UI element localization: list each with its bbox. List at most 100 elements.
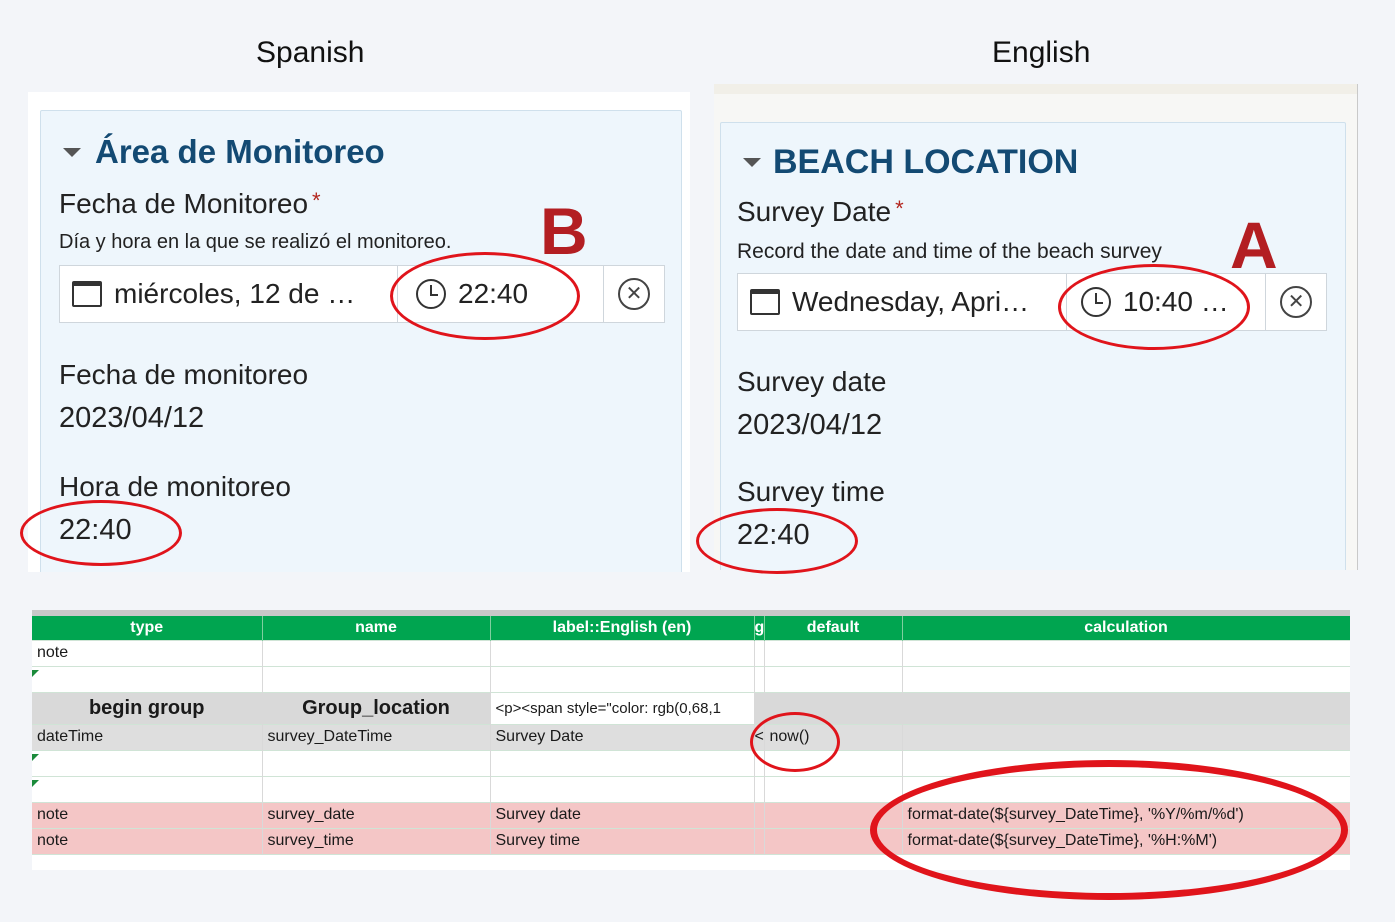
spanish-note2-value: 22:40 (59, 514, 132, 546)
spanish-clear-button[interactable]: ✕ (604, 266, 664, 322)
table-cell[interactable] (32, 776, 263, 802)
english-date-value: Wednesday, Apri… (792, 286, 1030, 317)
table-cell[interactable]: Group_location (262, 692, 491, 724)
table-cell[interactable] (490, 750, 755, 776)
table-cell[interactable]: begin group (32, 692, 263, 724)
english-group-title[interactable]: BEACH LOCATION (773, 143, 1078, 182)
clock-icon (416, 279, 446, 309)
col-header-calculation[interactable]: calculation (902, 616, 1350, 640)
table-cell[interactable] (754, 640, 765, 666)
table-cell[interactable]: survey_DateTime (262, 724, 491, 750)
required-marker: * (312, 188, 321, 213)
spanish-time-value: 22:40 (458, 278, 529, 309)
spanish-group-title[interactable]: Área de Monitoreo (95, 133, 385, 171)
english-date-field[interactable]: Wednesday, Apri… (738, 274, 1067, 330)
english-time-field[interactable]: 10:40 … (1067, 274, 1267, 330)
spanish-time-field[interactable]: 22:40 (398, 266, 604, 322)
spanish-form-panel: Área de Monitoreo Fecha de Monitoreo * Dí… (28, 92, 690, 572)
table-cell[interactable] (902, 724, 1350, 750)
table-cell[interactable] (764, 666, 903, 692)
table-cell[interactable]: Survey time (490, 828, 755, 854)
english-note1-label: Survey date (737, 366, 887, 397)
table-cell[interactable] (262, 750, 491, 776)
table-cell[interactable]: Survey Date (490, 724, 755, 750)
table-cell[interactable] (754, 802, 765, 828)
col-header-label[interactable]: label::English (en) (490, 616, 755, 640)
caret-down-icon[interactable] (743, 158, 761, 167)
spanish-date-value: miércoles, 12 de … (114, 278, 356, 309)
col-header-name[interactable]: name (262, 616, 491, 640)
spanish-question-hint: Día y hora en la que se realizó el monit… (59, 231, 452, 253)
table-cell[interactable] (902, 692, 1350, 724)
table-cell[interactable]: format-date(${survey_DateTime}, '%H:%M') (902, 828, 1350, 854)
table-cell[interactable]: <p><span style="color: rgb(0,68,1 (490, 692, 755, 724)
heading-spanish: Spanish (256, 36, 365, 69)
table-cell[interactable] (262, 640, 491, 666)
table-row: note (32, 640, 1350, 666)
table-row (32, 666, 1350, 692)
table-cell[interactable] (764, 640, 903, 666)
col-header-hidden[interactable]: g (754, 616, 765, 640)
table-cell[interactable]: < (754, 724, 765, 750)
table-cell[interactable] (754, 750, 765, 776)
table-cell[interactable] (490, 666, 755, 692)
table-cell[interactable] (754, 692, 765, 724)
table-cell[interactable]: survey_date (262, 802, 491, 828)
table-cell[interactable] (262, 666, 491, 692)
marker-b: B (540, 194, 588, 268)
table-cell[interactable]: survey_time (262, 828, 491, 854)
calendar-icon (72, 281, 102, 307)
table-row (32, 776, 1350, 802)
table-cell[interactable] (32, 666, 263, 692)
table-cell[interactable] (490, 776, 755, 802)
table-cell[interactable]: note (32, 640, 263, 666)
spanish-note2-label: Hora de monitoreo (59, 471, 291, 502)
spanish-date-field[interactable]: miércoles, 12 de … (60, 266, 398, 322)
table-cell[interactable] (490, 640, 755, 666)
table-cell[interactable]: now() (764, 724, 903, 750)
table-cell[interactable]: Survey date (490, 802, 755, 828)
table-cell[interactable] (902, 750, 1350, 776)
comment-marker (32, 754, 39, 761)
calendar-icon (750, 289, 780, 315)
map-strip (714, 84, 1357, 94)
table-cell[interactable] (764, 692, 903, 724)
col-header-type[interactable]: type (32, 616, 263, 640)
table-cell[interactable] (902, 666, 1350, 692)
table-cell[interactable] (262, 776, 491, 802)
english-question-label: Survey Date * (737, 196, 904, 227)
table-row: begin group Group_location <p><span styl… (32, 692, 1350, 724)
english-note1-value: 2023/04/12 (737, 409, 883, 441)
english-clear-button[interactable]: ✕ (1266, 274, 1326, 330)
sheet-top-border (32, 610, 1350, 616)
table-row: dateTime survey_DateTime Survey Date < n… (32, 724, 1350, 750)
table-cell[interactable]: dateTime (32, 724, 263, 750)
table-cell[interactable] (902, 640, 1350, 666)
english-question-hint: Record the date and time of the beach su… (737, 240, 1162, 263)
table-cell[interactable] (764, 802, 903, 828)
marker-a: A (1230, 208, 1278, 282)
table-cell[interactable] (902, 776, 1350, 802)
table-cell[interactable]: note (32, 828, 263, 854)
spanish-note1-value: 2023/04/12 (59, 402, 205, 434)
table-cell[interactable] (32, 750, 263, 776)
comment-marker (32, 670, 39, 677)
table-cell[interactable] (764, 750, 903, 776)
table-cell[interactable]: format-date(${survey_DateTime}, '%Y/%m/%… (902, 802, 1350, 828)
table-cell[interactable] (764, 776, 903, 802)
xlsform-table: type name label::English (en) g default … (32, 616, 1350, 855)
caret-down-icon[interactable] (63, 148, 81, 157)
english-form-panel: BEACH LOCATION Survey Date * Record the d… (714, 84, 1358, 570)
table-cell[interactable]: note (32, 802, 263, 828)
table-cell[interactable] (764, 828, 903, 854)
clock-icon (1080, 287, 1111, 317)
table-cell[interactable] (754, 828, 765, 854)
spanish-datetime-input: miércoles, 12 de … 22:40 ✕ (59, 265, 665, 323)
required-marker: * (895, 196, 904, 221)
english-time-value: 10:40 … (1122, 286, 1229, 317)
table-cell[interactable] (754, 666, 765, 692)
col-header-default[interactable]: default (764, 616, 903, 640)
table-cell[interactable] (754, 776, 765, 802)
spanish-question-label: Fecha de Monitoreo * (59, 188, 321, 219)
english-note2-value: 22:40 (737, 519, 810, 551)
